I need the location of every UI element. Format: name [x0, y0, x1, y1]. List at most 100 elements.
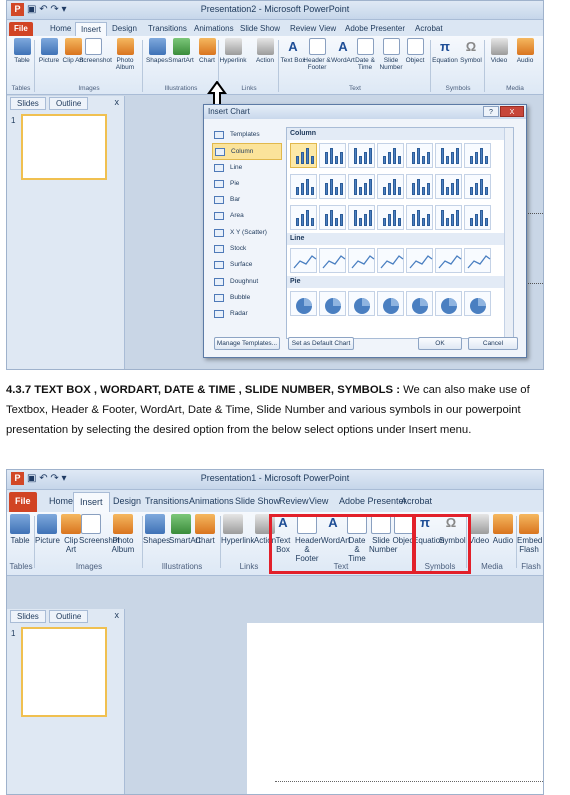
- chart-subtype-thumbnail[interactable]: [319, 143, 346, 168]
- embed-flash-button[interactable]: Embed Flash: [517, 514, 542, 554]
- close-pane-icon[interactable]: x: [115, 97, 120, 107]
- tab-item[interactable]: Design: [107, 22, 142, 37]
- tab-item[interactable]: Adobe Presenter: [340, 22, 410, 37]
- chart-subtype-thumbnail[interactable]: [406, 248, 433, 273]
- chart-subtype-thumbnail[interactable]: [319, 248, 346, 273]
- manage-templates-button[interactable]: Manage Templates...: [214, 337, 280, 350]
- gallery-scrollbar[interactable]: [504, 128, 513, 338]
- tab-item[interactable]: Acrobat: [395, 492, 438, 512]
- tab-item[interactable]: View: [314, 22, 341, 37]
- screenshot-button[interactable]: Screenshot: [79, 514, 119, 545]
- cancel-button[interactable]: Cancel: [468, 337, 518, 350]
- chart-subtype-thumbnail[interactable]: [406, 143, 433, 168]
- tab-item[interactable]: Home: [45, 22, 76, 37]
- table-button[interactable]: Table: [8, 514, 32, 545]
- chart-subtype-thumbnail[interactable]: [348, 143, 375, 168]
- ok-button[interactable]: OK: [418, 337, 462, 350]
- chart-category-item[interactable]: Bubble: [212, 290, 282, 306]
- chart-subtype-thumbnail[interactable]: [406, 205, 433, 230]
- chart-subtype-thumbnail[interactable]: [435, 174, 462, 199]
- hyperlink-button[interactable]: Hyperlink: [219, 38, 247, 64]
- chart-subtype-thumbnail[interactable]: [464, 143, 491, 168]
- audio-button[interactable]: Audio: [511, 38, 539, 64]
- smartart-button[interactable]: SmartArt: [167, 38, 195, 64]
- object-button[interactable]: Object: [401, 38, 429, 64]
- chart-subtype-thumbnail[interactable]: [348, 205, 375, 230]
- chart-subtype-thumbnail[interactable]: [290, 248, 317, 273]
- equation-button[interactable]: π Equation: [431, 38, 459, 64]
- chart-subtype-thumbnail[interactable]: [348, 174, 375, 199]
- chart-subtype-thumbnail[interactable]: [290, 143, 317, 168]
- chart-subtype-thumbnail[interactable]: [377, 143, 404, 168]
- tab-file[interactable]: File: [9, 22, 33, 37]
- slide-thumbnail[interactable]: [21, 627, 107, 717]
- photo-album-button[interactable]: Photo Album: [111, 38, 139, 71]
- close-pane-icon[interactable]: x: [115, 610, 120, 620]
- chart-subtype-thumbnail[interactable]: [290, 174, 317, 199]
- chart-subtype-thumbnail[interactable]: [377, 174, 404, 199]
- set-default-chart-button[interactable]: Set as Default Chart: [288, 337, 354, 350]
- chart-button[interactable]: Chart: [193, 514, 217, 545]
- chart-category-item[interactable]: Stock: [212, 241, 282, 257]
- action-button[interactable]: Action: [251, 38, 279, 64]
- tab-slides[interactable]: Slides: [10, 610, 46, 623]
- chart-button[interactable]: Chart: [193, 38, 221, 64]
- shapes-button[interactable]: Shapes: [143, 514, 170, 545]
- slide-thumbnail[interactable]: [21, 114, 107, 180]
- chart-category-item[interactable]: Column: [212, 143, 282, 160]
- hyperlink-button[interactable]: Hyperlink: [221, 514, 254, 545]
- tab-outline[interactable]: Outline: [49, 97, 89, 110]
- chart-subtype-thumbnail[interactable]: [348, 291, 375, 316]
- chart-subtype-thumbnail[interactable]: [435, 143, 462, 168]
- tab-item[interactable]: Insert: [75, 22, 108, 37]
- chart-subtype-thumbnail[interactable]: [377, 248, 404, 273]
- chart-subtype-thumbnail[interactable]: [464, 248, 491, 273]
- chart-category-item[interactable]: Line: [212, 160, 282, 176]
- chart-subtype-thumbnail[interactable]: [319, 174, 346, 199]
- chart-category-item[interactable]: X Y (Scatter): [212, 225, 282, 241]
- chart-subtype-thumbnail[interactable]: [435, 248, 462, 273]
- chart-category-item[interactable]: Area: [212, 208, 282, 224]
- chart-subtype-thumbnail[interactable]: [435, 291, 462, 316]
- tab-item[interactable]: Acrobat: [410, 22, 448, 37]
- header-footer-button[interactable]: Header & Footer: [303, 38, 331, 71]
- chart-subtype-thumbnail[interactable]: [435, 205, 462, 230]
- picture-button[interactable]: Picture: [35, 514, 60, 545]
- date-time-button[interactable]: Date & Time: [351, 38, 379, 71]
- chart-subtype-thumbnail[interactable]: [290, 291, 317, 316]
- photo-album-button[interactable]: Photo Album: [111, 514, 135, 554]
- chart-subtype-thumbnail[interactable]: [406, 291, 433, 316]
- close-button[interactable]: X: [500, 106, 524, 117]
- chart-subtype-thumbnail[interactable]: [406, 174, 433, 199]
- chart-subtype-thumbnail[interactable]: [464, 205, 491, 230]
- chart-subtype-thumbnail[interactable]: [377, 291, 404, 316]
- tab-outline[interactable]: Outline: [49, 610, 89, 623]
- chart-subtype-thumbnail[interactable]: [464, 291, 491, 316]
- chart-subtype-thumbnail[interactable]: [290, 205, 317, 230]
- chart-subtype-thumbnail[interactable]: [464, 174, 491, 199]
- tab-file[interactable]: File: [9, 492, 37, 512]
- chart-category-item[interactable]: Pie: [212, 176, 282, 192]
- audio-button[interactable]: Audio: [491, 514, 515, 545]
- video-button[interactable]: Video: [485, 38, 513, 64]
- chart-subtype-thumbnail[interactable]: [348, 248, 375, 273]
- chart-category-item[interactable]: Radar: [212, 306, 282, 322]
- tab-item[interactable]: Slide Show: [235, 22, 285, 37]
- chart-subtype-thumbnail[interactable]: [319, 205, 346, 230]
- tab-slides[interactable]: Slides: [10, 97, 46, 110]
- help-button[interactable]: ?: [483, 106, 499, 117]
- chart-category-item[interactable]: Templates: [212, 127, 282, 143]
- tab-item[interactable]: Transitions: [143, 22, 192, 37]
- chart-subtype-thumbnail[interactable]: [319, 291, 346, 316]
- chart-category-item[interactable]: Doughnut: [212, 274, 282, 290]
- tab-item[interactable]: Insert: [73, 492, 110, 512]
- table-button[interactable]: Table: [8, 38, 36, 64]
- chart-category-item[interactable]: Bar: [212, 192, 282, 208]
- chart-category-item[interactable]: Surface: [212, 257, 282, 273]
- screenshot-button[interactable]: Screenshot: [79, 38, 112, 64]
- tab-item[interactable]: View: [303, 492, 334, 512]
- tab-item[interactable]: Animations: [189, 22, 239, 37]
- symbol-button[interactable]: Ω Symbol: [457, 38, 485, 64]
- smartart-button[interactable]: SmartArt: [169, 514, 201, 545]
- chart-subtype-thumbnail[interactable]: [377, 205, 404, 230]
